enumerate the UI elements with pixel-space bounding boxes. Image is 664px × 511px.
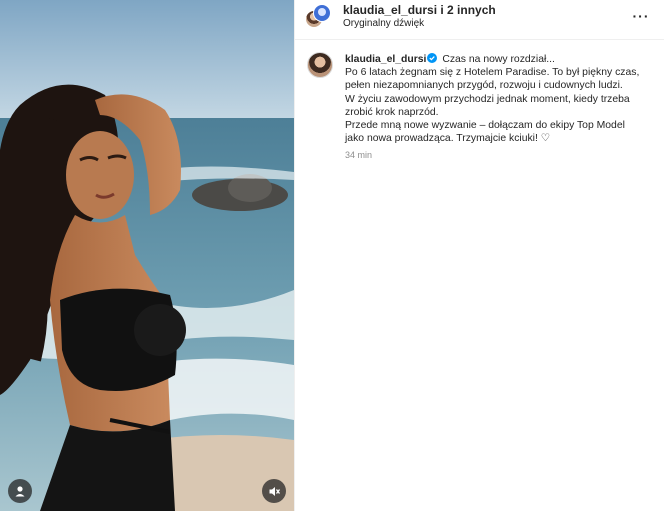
tagged-users-button[interactable] bbox=[8, 479, 32, 503]
caption-first-line: klaudia_el_dursi Czas na nowy rozdział..… bbox=[345, 53, 664, 66]
mute-toggle-button[interactable] bbox=[262, 479, 286, 503]
caption-text: Czas na nowy rozdział... bbox=[439, 54, 555, 65]
caption-author-link[interactable]: klaudia_el_dursi bbox=[345, 54, 426, 65]
post-header: klaudia_el_dursi i 2 innych Oryginalny d… bbox=[295, 0, 664, 40]
avatar[interactable] bbox=[307, 52, 333, 78]
verified-badge-icon bbox=[427, 53, 438, 63]
post-details-panel: klaudia_el_dursi i 2 innych Oryginalny d… bbox=[294, 0, 664, 511]
caption-line: Przede mną nowe wyzwanie – dołączam do e… bbox=[345, 120, 625, 132]
audio-link[interactable]: Oryginalny dźwięk bbox=[343, 18, 424, 29]
post-media-video[interactable] bbox=[0, 0, 294, 511]
caption-line: W życiu zawodowym przychodzi jednak mome… bbox=[345, 93, 630, 105]
caption-line: Po 6 latach żegnam się z Hotelem Paradis… bbox=[345, 67, 640, 79]
caption-timestamp[interactable]: 34 min bbox=[345, 149, 664, 162]
more-options-icon[interactable]: ··· bbox=[631, 8, 651, 24]
post-author-link[interactable]: klaudia_el_dursi i 2 innych bbox=[343, 3, 496, 17]
speaker-muted-icon bbox=[269, 486, 280, 496]
caption-body: klaudia_el_dursi Czas na nowy rozdział..… bbox=[345, 53, 664, 163]
caption-line: jako nowa prowadząca. Trzymajcie kciuki!… bbox=[345, 133, 551, 145]
user-tag-icon bbox=[15, 486, 25, 497]
caption-line: zrobić krok naprzód. bbox=[345, 106, 439, 118]
collab-avatars[interactable] bbox=[305, 4, 331, 30]
avatar bbox=[313, 4, 331, 22]
caption-line: pełen niezapomnianych przygód, rozwoju i… bbox=[345, 80, 623, 92]
post-photo bbox=[0, 0, 294, 511]
